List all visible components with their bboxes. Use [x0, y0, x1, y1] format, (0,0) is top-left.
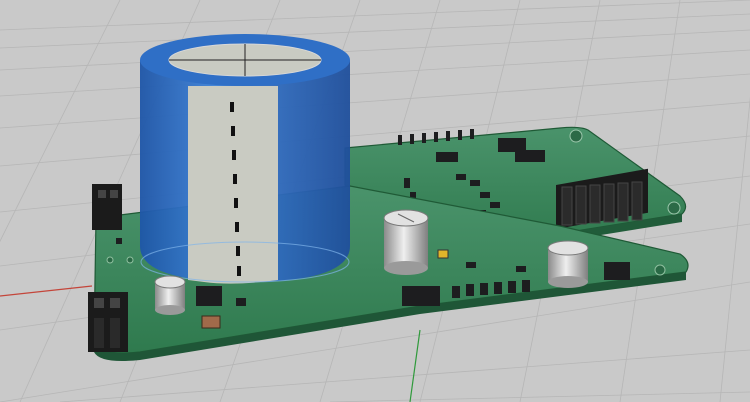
viewport-canvas[interactable] [0, 0, 750, 402]
connector-top-left[interactable] [92, 184, 122, 230]
connector-bottom-left[interactable] [88, 292, 128, 352]
ic-chip[interactable] [498, 138, 526, 152]
y-axis [409, 329, 421, 402]
small-capacitor[interactable] [547, 240, 589, 288]
3d-viewport[interactable] [0, 0, 750, 402]
small-capacitor[interactable] [383, 209, 429, 275]
ic-chip[interactable] [515, 150, 545, 162]
mount-hole [667, 201, 681, 215]
mount-hole [569, 129, 583, 143]
bulk-capacitor[interactable] [140, 34, 350, 284]
x-axis [0, 285, 93, 297]
ic-chip[interactable] [436, 152, 458, 162]
capacitor-polarity-stripe [188, 86, 278, 284]
yellow-smd-part [437, 249, 449, 259]
small-capacitor[interactable] [154, 275, 186, 315]
